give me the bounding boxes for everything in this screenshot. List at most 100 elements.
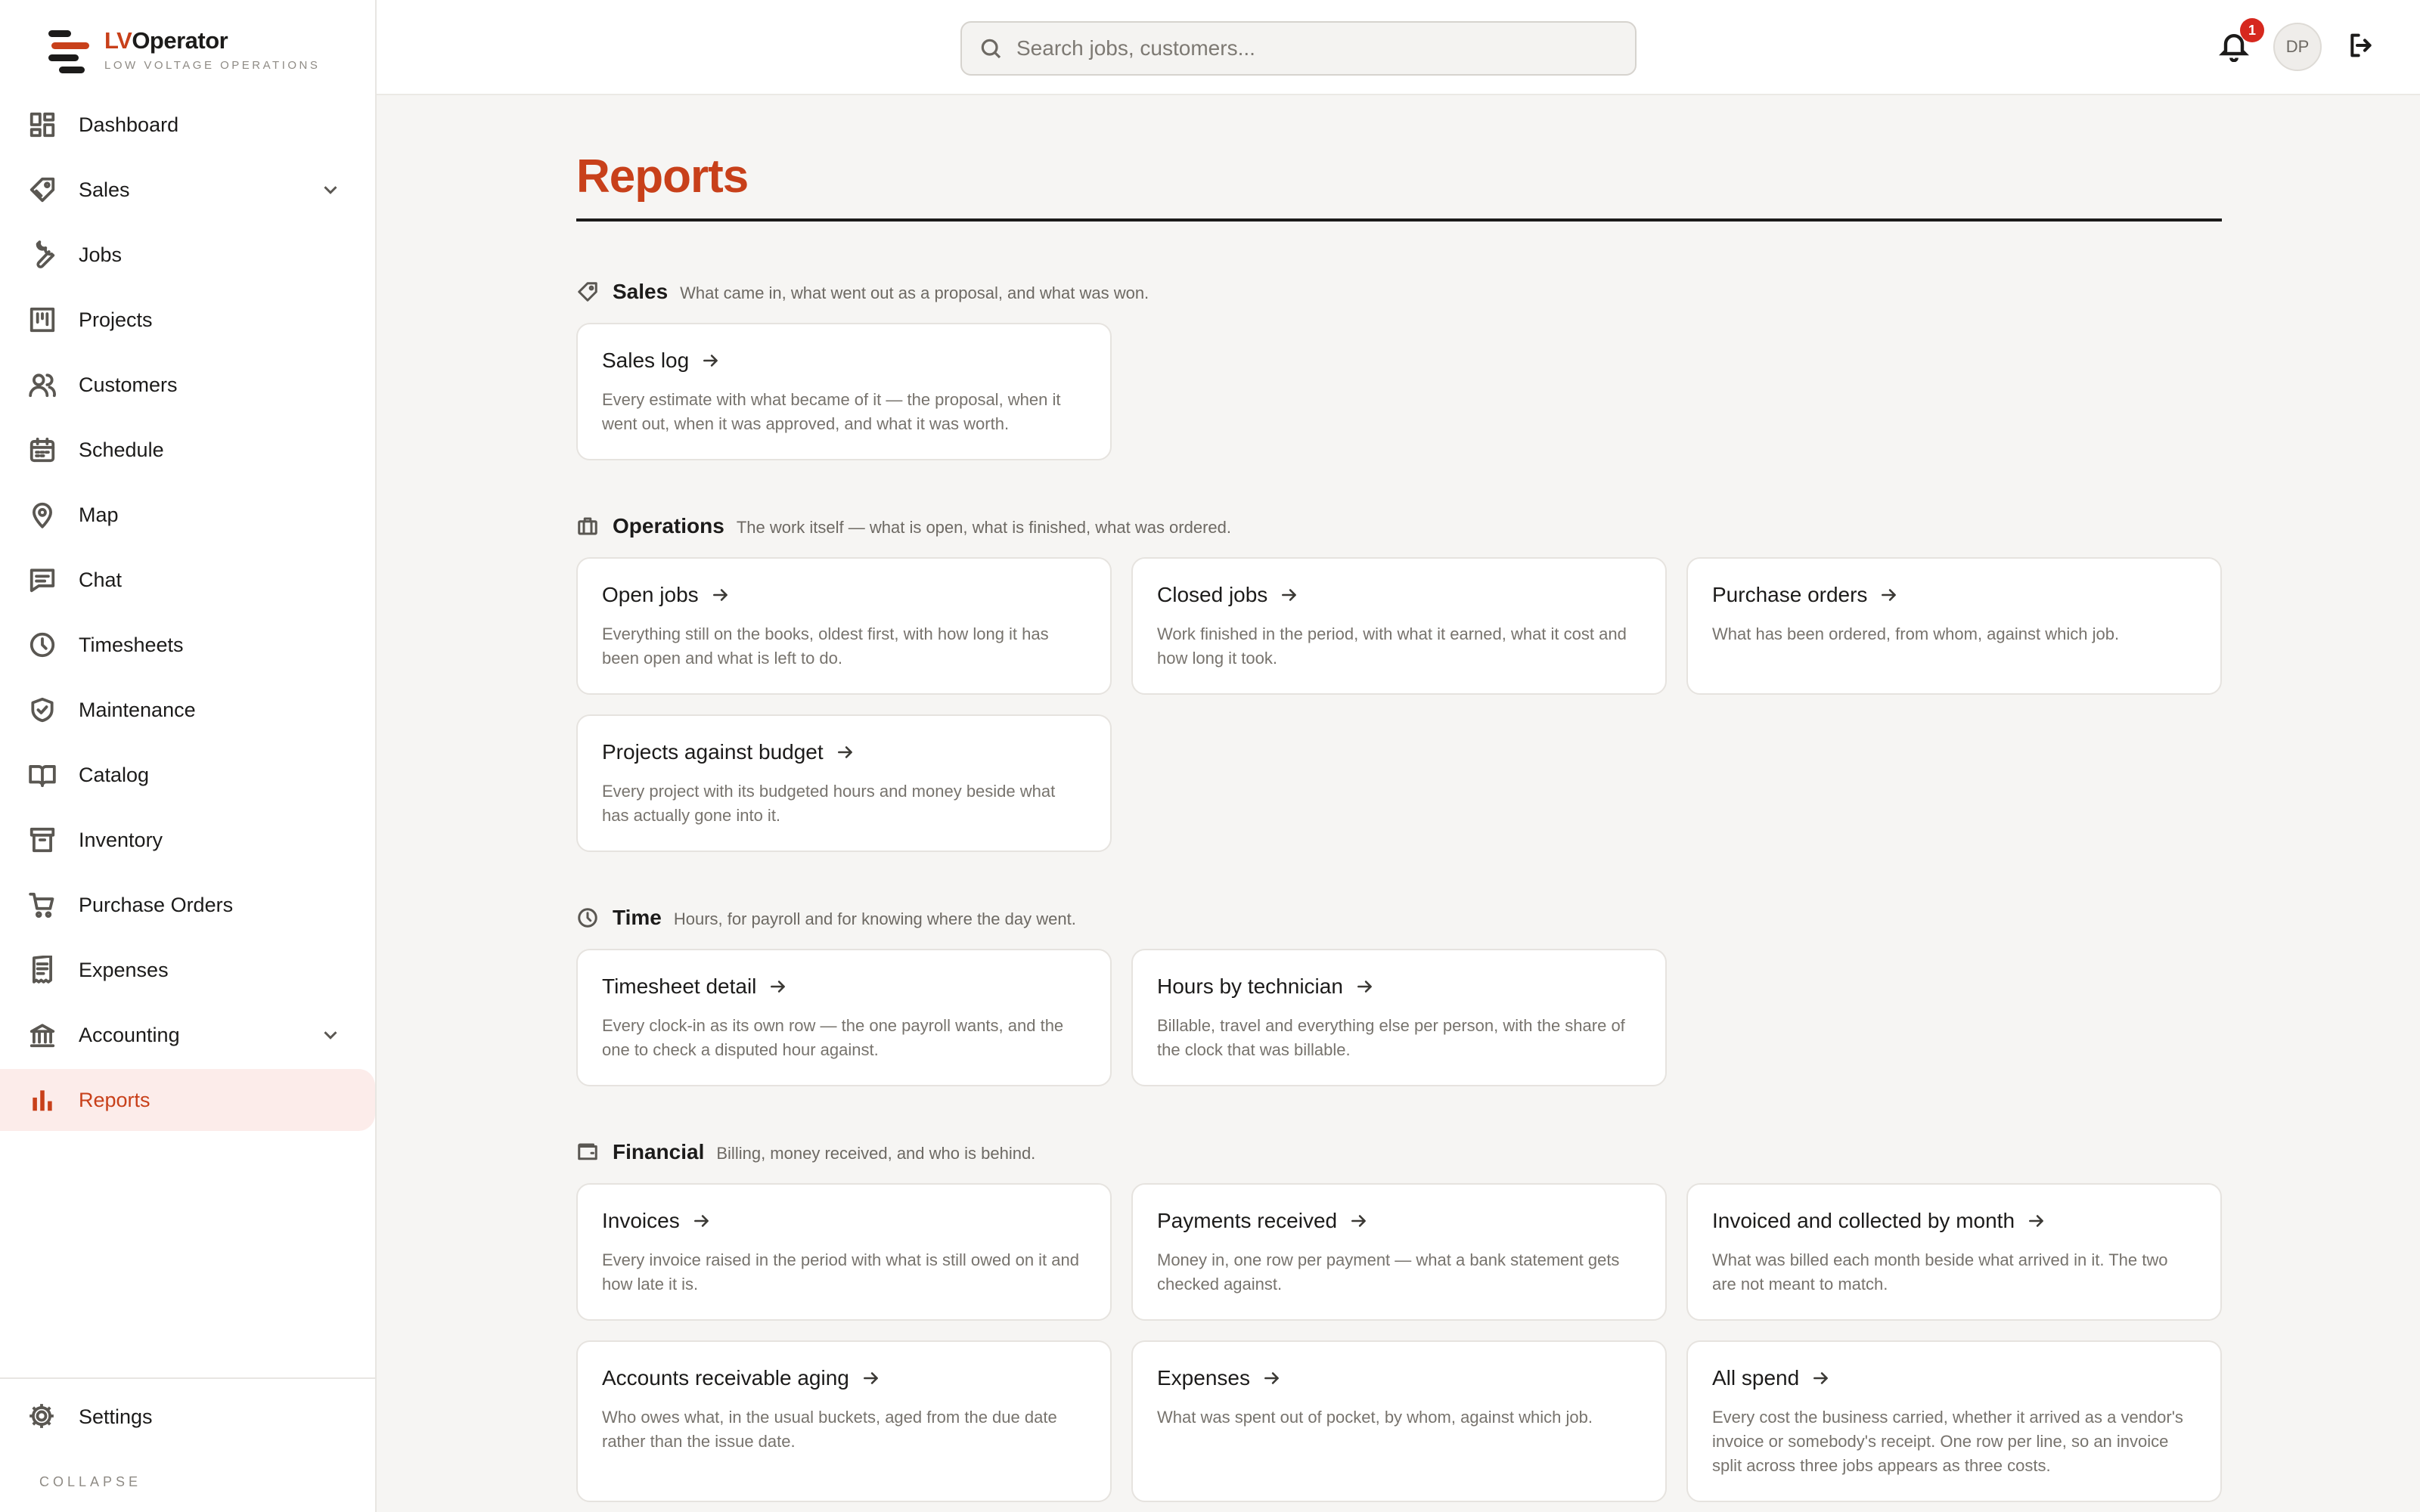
card-description: Everything still on the books, oldest fi…	[602, 624, 1049, 668]
sidebar-item-chat[interactable]: Chat	[0, 549, 375, 611]
card-description: What was billed each month beside what a…	[1712, 1250, 2168, 1294]
sidebar-item-purchase-orders[interactable]: Purchase Orders	[0, 874, 375, 936]
bank-icon	[27, 1020, 57, 1050]
card-description: Billable, travel and everything else per…	[1157, 1016, 1625, 1059]
arrow-right-icon	[1882, 589, 1897, 601]
report-card-all-spend[interactable]: All spend Every cost the business carrie…	[1686, 1340, 2222, 1502]
sidebar-item-customers[interactable]: Customers	[0, 354, 375, 416]
sidebar-item-label: Projects	[79, 308, 153, 331]
arrow-right-icon	[1357, 981, 1372, 993]
chevron-down-icon[interactable]	[319, 178, 342, 201]
card-description: Money in, one row per payment — what a b…	[1157, 1250, 1620, 1294]
settings-label: Settings	[79, 1405, 153, 1428]
card-title: Purchase orders	[1712, 583, 1868, 606]
report-card-sales-log[interactable]: Sales log Every estimate with what becam…	[576, 323, 1112, 460]
report-card-projects-against-budget[interactable]: Projects against budget Every project wi…	[576, 714, 1112, 852]
sidebar: LVOperator LOW VOLTAGE OPERATIONS Dashbo…	[0, 0, 377, 1512]
notification-badge: 1	[2240, 18, 2264, 42]
arrow-right-icon	[863, 1372, 878, 1384]
sidebar-item-label: Sales	[79, 178, 130, 201]
sidebar-item-label: Schedule	[79, 438, 164, 461]
report-card-expenses[interactable]: Expenses What was spent out of pocket, b…	[1131, 1340, 1667, 1502]
sidebar-item-label: Maintenance	[79, 698, 196, 721]
bar-chart-icon	[27, 1085, 57, 1115]
gear-icon	[27, 1402, 57, 1432]
section-description: What came in, what went out as a proposa…	[680, 284, 1150, 302]
report-card-payments-received[interactable]: Payments received Money in, one row per …	[1131, 1183, 1667, 1321]
report-card-invoices[interactable]: Invoices Every invoice raised in the per…	[576, 1183, 1112, 1321]
sidebar-item-label: Map	[79, 503, 119, 526]
card-title: Open jobs	[602, 583, 699, 606]
card-description: What was spent out of pocket, by whom, a…	[1157, 1408, 1593, 1427]
report-card-closed-jobs[interactable]: Closed jobs Work finished in the period,…	[1131, 557, 1667, 695]
sidebar-item-dashboard[interactable]: Dashboard	[0, 94, 375, 156]
sidebar-item-timesheets[interactable]: Timesheets	[0, 614, 375, 676]
arrow-right-icon	[1351, 1215, 1366, 1227]
report-card-hours-by-technician[interactable]: Hours by technician Billable, travel and…	[1131, 949, 1667, 1086]
card-title: Expenses	[1157, 1366, 1250, 1390]
report-card-ar-aging[interactable]: Accounts receivable aging Who owes what,…	[576, 1340, 1112, 1502]
sidebar-item-maintenance[interactable]: Maintenance	[0, 679, 375, 741]
report-card-open-jobs[interactable]: Open jobs Everything still on the books,…	[576, 557, 1112, 695]
brand-logo[interactable]: LVOperator LOW VOLTAGE OPERATIONS	[44, 23, 320, 76]
sidebar-item-accounting[interactable]: Accounting	[0, 1004, 375, 1066]
tag-icon	[27, 175, 57, 205]
section-title: Operations	[613, 514, 724, 538]
wallet-icon	[576, 1141, 600, 1165]
arrow-right-icon	[837, 746, 852, 758]
arrow-right-icon	[1264, 1372, 1279, 1384]
card-description: Every estimate with what became of it — …	[602, 390, 1061, 433]
arrow-right-icon	[693, 1215, 709, 1227]
report-card-timesheet-detail[interactable]: Timesheet detail Every clock-in as its o…	[576, 949, 1112, 1086]
chat-icon	[27, 565, 57, 595]
report-card-purchase-orders[interactable]: Purchase orders What has been ordered, f…	[1686, 557, 2222, 695]
sidebar-item-sales[interactable]: Sales	[0, 159, 375, 221]
card-title: Hours by technician	[1157, 974, 1343, 998]
collapse-button[interactable]: COLLAPSE	[39, 1474, 141, 1490]
sidebar-item-reports[interactable]: Reports	[0, 1069, 375, 1131]
card-description: Work finished in the period, with what i…	[1157, 624, 1627, 668]
sidebar-item-schedule[interactable]: Schedule	[0, 419, 375, 481]
users-icon	[27, 370, 57, 400]
sidebar-item-settings[interactable]: Settings	[0, 1379, 375, 1455]
main-content: Reports Sales What came in, what went ou…	[576, 95, 2222, 1512]
archive-icon	[27, 825, 57, 855]
sidebar-item-label: Reports	[79, 1088, 150, 1111]
sidebar-item-label: Inventory	[79, 828, 163, 851]
search-input[interactable]	[1016, 36, 1621, 60]
card-title: Payments received	[1157, 1209, 1338, 1232]
sidebar-item-map[interactable]: Map	[0, 484, 375, 546]
sidebar-item-label: Chat	[79, 568, 123, 591]
book-icon	[27, 760, 57, 790]
tag-icon	[576, 280, 600, 305]
search-bar[interactable]	[960, 21, 1637, 76]
sidebar-item-label: Accounting	[79, 1023, 180, 1046]
logout-button[interactable]	[2346, 30, 2379, 64]
section-title: Sales	[613, 280, 669, 303]
card-description: Who owes what, in the usual buckets, age…	[602, 1408, 1057, 1451]
map-pin-icon	[27, 500, 57, 530]
report-card-invoiced-and-collected[interactable]: Invoiced and collected by month What was…	[1686, 1183, 2222, 1321]
arrow-right-icon	[1282, 589, 1297, 601]
arrow-right-icon	[712, 589, 728, 601]
card-title: Projects against budget	[602, 740, 824, 764]
sidebar-item-projects[interactable]: Projects	[0, 289, 375, 351]
sidebar-item-catalog[interactable]: Catalog	[0, 744, 375, 806]
card-description: Every clock-in as its own row — the one …	[602, 1016, 1064, 1059]
cart-icon	[27, 890, 57, 920]
avatar[interactable]: DP	[2273, 23, 2322, 71]
section-title: Time	[613, 906, 662, 929]
dashboard-icon	[27, 110, 57, 140]
sidebar-item-jobs[interactable]: Jobs	[0, 224, 375, 286]
title-divider	[576, 218, 2222, 222]
sidebar-item-inventory[interactable]: Inventory	[0, 809, 375, 871]
card-title: Timesheet detail	[602, 974, 757, 998]
sidebar-footer: Settings COLLAPSE	[0, 1377, 375, 1489]
receipt-icon	[27, 955, 57, 985]
sidebar-item-label: Purchase Orders	[79, 893, 234, 916]
card-title: Invoices	[602, 1209, 680, 1232]
clock-icon	[576, 906, 600, 931]
arrow-right-icon	[703, 355, 718, 367]
chevron-down-icon[interactable]	[319, 1024, 342, 1046]
sidebar-item-expenses[interactable]: Expenses	[0, 939, 375, 1001]
